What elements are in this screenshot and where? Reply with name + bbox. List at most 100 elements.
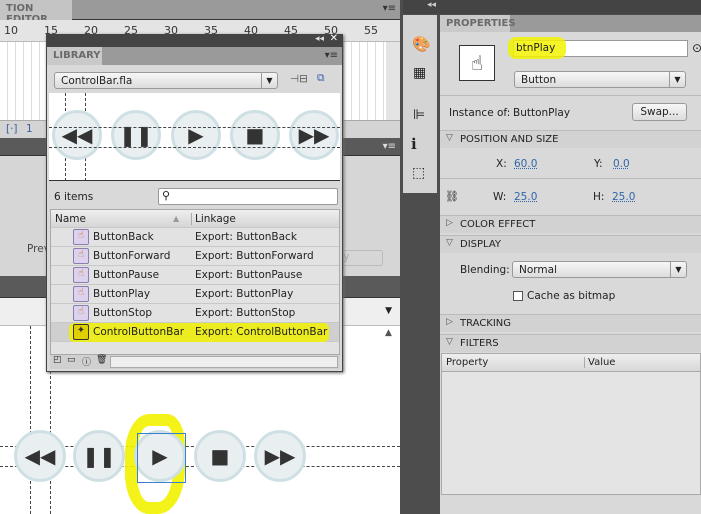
scroll-up-icon[interactable]: ▲ — [385, 328, 392, 338]
new-symbol-icon[interactable]: ◰ — [53, 355, 62, 365]
swatches-icon[interactable]: ▦ — [413, 65, 426, 81]
button-symbol-icon: ☝ — [73, 229, 89, 245]
section-filters[interactable]: ▽ FILTERS — [440, 334, 701, 352]
properties-icon[interactable]: ⓘ — [82, 355, 91, 368]
horizontal-scrollbar[interactable] — [110, 356, 338, 368]
stage-back-button[interactable]: ◀◀ — [14, 430, 66, 482]
library-tabbar: LIBRARY ▾≡ — [47, 47, 342, 65]
motion-editor-tab[interactable]: TION EDITOR — [0, 0, 72, 25]
filters-table: Property Value — [441, 353, 701, 495]
section-position-size[interactable]: ▽ POSITION AND SIZE — [440, 130, 701, 148]
library-tab[interactable]: LIBRARY — [47, 47, 102, 65]
library-item[interactable]: ☝ ButtonStop Export: ButtonStop — [51, 304, 339, 323]
item-count: 6 items — [54, 191, 94, 203]
pin-icon[interactable]: ⊣⊟ — [290, 73, 308, 85]
info-icon[interactable]: ℹ — [411, 135, 417, 153]
preview-forward: ▶▶ — [289, 110, 339, 160]
stage-stop-button[interactable]: ■ — [194, 430, 246, 482]
column-property: Property — [446, 357, 489, 368]
item-linkage: Export: ButtonPause — [195, 269, 303, 281]
stage-forward-button[interactable]: ▶▶ — [254, 430, 306, 482]
file-name: ControlBar.fla — [61, 75, 133, 87]
blending-select[interactable]: Normal ▼ — [512, 261, 687, 278]
x-value[interactable]: 60.0 — [514, 158, 537, 170]
guide-line — [49, 127, 340, 128]
section-tracking[interactable]: ▷ TRACKING — [440, 314, 701, 332]
column-value: Value — [584, 357, 615, 368]
library-item[interactable]: ☝ ButtonPlay Export: ButtonPlay — [51, 285, 339, 304]
item-linkage: Export: ControlButtonBar — [195, 326, 328, 338]
stage-pause-button[interactable]: ❚❚ — [73, 430, 125, 482]
color-palette-icon[interactable]: 🎨 — [412, 35, 431, 53]
expanded-triangle-icon: ▽ — [446, 133, 453, 143]
rewind-icon: ◀◀ — [24, 444, 56, 468]
dock-titlebar: ◂◂ — [403, 0, 701, 14]
current-frame: 1 — [26, 123, 33, 135]
new-folder-icon[interactable]: ▭ — [67, 355, 76, 365]
expanded-triangle-icon: ▽ — [446, 238, 453, 248]
instance-of-value: ButtonPlay — [513, 107, 571, 119]
library-titlebar[interactable]: ◂◂ ✕ — [47, 33, 342, 47]
column-linkage[interactable]: Linkage — [191, 213, 236, 225]
delete-icon[interactable]: 🗑 — [96, 355, 107, 365]
section-display[interactable]: ▽ DISPLAY — [440, 235, 701, 253]
properties-tab[interactable]: PROPERTIES — [440, 15, 516, 32]
cache-bitmap-checkbox[interactable] — [513, 291, 523, 301]
center-frame-icon[interactable]: [·] — [6, 123, 18, 135]
item-name: ControlButtonBar — [93, 326, 185, 338]
panel-menu-icon[interactable]: ▾≡ — [383, 3, 396, 14]
help-icon[interactable]: ⊙ — [692, 41, 701, 55]
pause-icon: ❚❚ — [82, 444, 116, 468]
timeline-scrollbar[interactable] — [386, 42, 400, 120]
section-title: TRACKING — [460, 318, 512, 329]
library-search-input[interactable]: ⚲ — [158, 188, 338, 205]
chevron-down-icon: ▼ — [261, 73, 277, 88]
new-library-icon[interactable]: ⧉ — [317, 72, 325, 85]
collapse-icon[interactable]: ◂◂ — [427, 0, 436, 10]
library-item[interactable]: ☝ ButtonPause Export: ButtonPause — [51, 266, 339, 285]
swap-button[interactable]: Swap... — [632, 103, 687, 121]
selection-box — [137, 433, 186, 483]
panel-menu-icon[interactable]: ▾≡ — [325, 50, 338, 61]
item-name: ButtonPause — [93, 269, 160, 281]
section-title: DISPLAY — [460, 239, 502, 250]
chevron-down-icon: ▼ — [669, 72, 685, 87]
section-title: COLOR EFFECT — [460, 219, 536, 230]
y-label: Y: — [594, 158, 603, 170]
cache-bitmap-label: Cache as bitmap — [527, 290, 616, 302]
collapse-icon[interactable]: ◂◂ — [315, 34, 324, 44]
library-item[interactable]: ☝ ButtonBack Export: ButtonBack — [51, 228, 339, 247]
y-value[interactable]: 0.0 — [613, 158, 630, 170]
sort-asc-icon[interactable]: ▲ — [173, 214, 179, 223]
tool-icon-strip: 🎨 ▦ ⊫ ℹ ⬚ — [403, 15, 437, 193]
collapsed-triangle-icon: ▷ — [446, 317, 453, 327]
filters-header: Property Value — [442, 354, 700, 372]
preview-back: ◀◀ — [52, 110, 102, 160]
chevron-down-icon[interactable]: ▼ — [385, 306, 392, 316]
instance-of-label: Instance of: — [449, 107, 511, 119]
column-name[interactable]: Name — [55, 213, 86, 225]
lock-proportions-icon[interactable]: ⛓ — [445, 190, 459, 203]
w-value[interactable]: 25.0 — [514, 191, 537, 203]
divider — [440, 178, 701, 179]
item-linkage: Export: ButtonStop — [195, 307, 296, 319]
panel-menu-icon[interactable]: ▾≡ — [383, 141, 396, 152]
library-item[interactable]: ☝ ButtonForward Export: ButtonForward — [51, 247, 339, 266]
button-symbol-icon: ☝ — [73, 286, 89, 302]
w-label: W: — [493, 191, 507, 203]
close-icon[interactable]: ✕ — [330, 33, 338, 44]
transform-icon[interactable]: ⬚ — [412, 165, 425, 181]
preview-pause: ❚❚ — [111, 110, 161, 160]
x-label: X: — [496, 158, 507, 170]
button-symbol-icon: ☝ — [459, 45, 495, 81]
item-name: ButtonBack — [93, 231, 154, 243]
align-icon[interactable]: ⊫ — [413, 107, 425, 123]
library-footer: ◰ ▭ ⓘ 🗑 — [50, 355, 340, 369]
h-value[interactable]: 25.0 — [612, 191, 635, 203]
symbol-type-select[interactable]: Button ▼ — [514, 71, 686, 88]
library-item-selected[interactable]: ✦ ControlButtonBar Export: ControlButtonBa… — [51, 323, 339, 342]
section-color-effect[interactable]: ▷ COLOR EFFECT — [440, 215, 701, 233]
collapsed-triangle-icon: ▷ — [446, 218, 453, 228]
instance-name-input[interactable]: btnPlay — [508, 37, 688, 59]
library-file-select[interactable]: ControlBar.fla ▼ — [54, 72, 278, 89]
